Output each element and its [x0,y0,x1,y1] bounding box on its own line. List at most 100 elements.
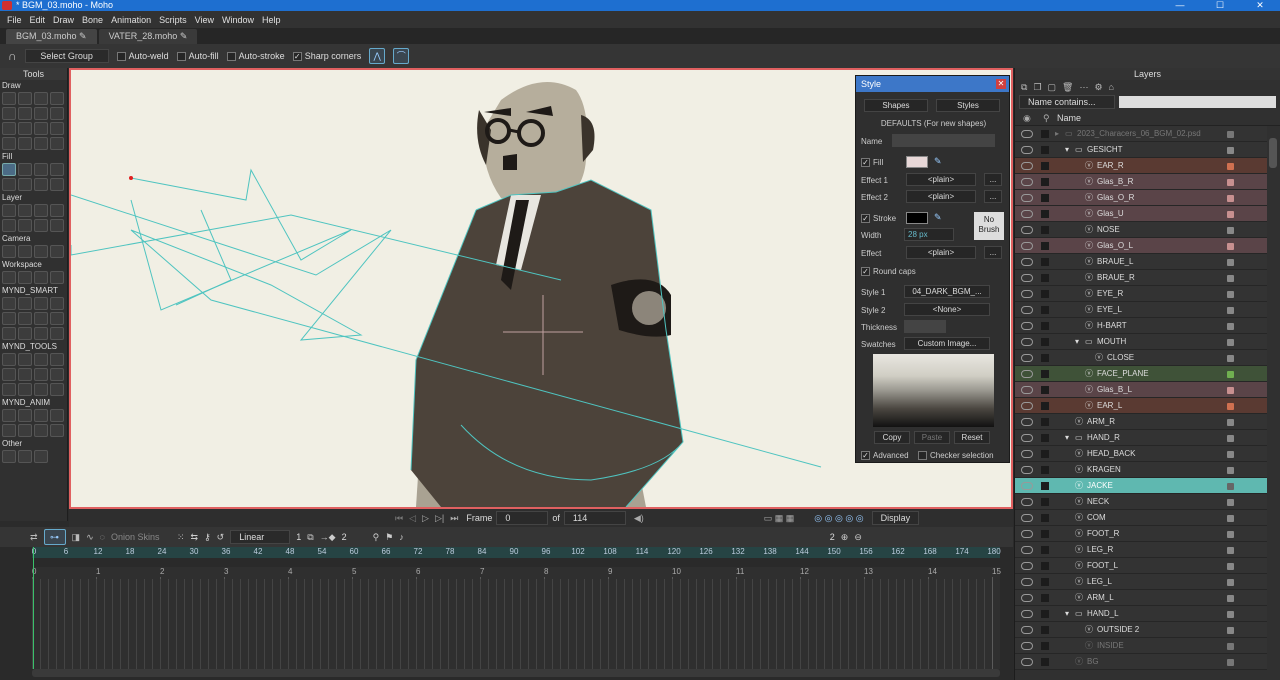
minimize-button[interactable]: — [1160,0,1200,11]
layer-color-tag[interactable] [1227,259,1234,266]
expand-arrow-icon[interactable]: ▾ [1075,334,1079,350]
layer-row[interactable]: ⓥ EAR_L [1015,398,1267,414]
mynd-anim-4-icon[interactable] [50,409,64,422]
visibility-eye-icon[interactable] [1021,354,1033,362]
text-tool-icon[interactable] [34,219,48,232]
advanced-checkbox[interactable]: ✓ [861,451,870,461]
shear-tool-icon[interactable] [2,137,16,150]
pin-icon[interactable]: ⚲ [373,532,380,543]
layer-lock-toggle[interactable] [1041,338,1049,346]
mynd-anim-7-icon[interactable] [34,424,48,437]
onion-skins-label[interactable]: Onion Skins [111,532,171,542]
magnet-tool-icon[interactable] [34,122,48,135]
rotate-layer-tool-icon[interactable] [50,204,64,217]
point-reduction-tool-icon[interactable] [50,107,64,120]
orbit-workspace-tool-icon[interactable] [50,271,64,284]
layer-lock-toggle[interactable] [1041,498,1049,506]
layer-lock-toggle[interactable] [1041,626,1049,634]
layer-row[interactable]: ⓥ BRAUE_R [1015,270,1267,286]
name-input[interactable] [892,134,995,147]
delete-shape-tool-icon[interactable] [50,163,64,176]
play-icon[interactable]: ▷ [422,513,429,524]
mynd-smart-tool-11-icon[interactable] [34,327,48,340]
keyframe-mode-icon[interactable]: ⧉ [307,532,313,543]
curvature-tool-icon[interactable] [50,92,64,105]
layer-row[interactable]: ▾ ▭ MOUTH [1015,334,1267,350]
visibility-eye-icon[interactable] [1021,194,1033,202]
key-nav-icon[interactable]: →◆ [320,532,336,543]
layer-color-tag[interactable] [1227,339,1234,346]
bend-tool-icon[interactable] [50,122,64,135]
layer-color-tag[interactable] [1227,243,1234,250]
roll-camera-tool-icon[interactable] [34,245,48,258]
mynd-anim-5-icon[interactable] [2,424,16,437]
layer-color-tag[interactable] [1227,467,1234,474]
effect1-dropdown[interactable]: <plain> [906,173,976,186]
layer-lock-toggle[interactable] [1041,370,1049,378]
mynd-tools-1-icon[interactable] [2,353,16,366]
layer-lock-toggle[interactable] [1041,242,1049,250]
visibility-eye-icon[interactable] [1021,402,1033,410]
layer-lock-toggle[interactable] [1041,130,1049,138]
zoom-level[interactable]: 2 [830,532,835,542]
other-tool-1-icon[interactable] [2,450,16,463]
layer-lock-toggle[interactable] [1041,530,1049,538]
layer-color-tag[interactable] [1227,211,1234,218]
layer-row[interactable]: ⓥ ARM_L [1015,590,1267,606]
swatches-dropdown[interactable]: Custom Image... [904,337,990,350]
layer-filter-input[interactable] [1119,96,1276,108]
mynd-smart-tool-10-icon[interactable] [18,327,32,340]
sharp-corners-checkbox[interactable]: ✓ [292,52,302,62]
layer-row[interactable]: ⓥ JACKE [1015,478,1267,494]
layer-row[interactable]: ⓥ CLOSE [1015,350,1267,366]
select-group-dropdown[interactable]: Select Group [24,49,109,63]
layer-lock-toggle[interactable] [1041,290,1049,298]
layer-lock-toggle[interactable] [1041,402,1049,410]
layer-color-tag[interactable] [1227,131,1234,138]
visibility-eye-icon[interactable] [1021,418,1033,426]
mynd-tools-5-icon[interactable] [2,368,16,381]
layer-color-tag[interactable] [1227,403,1234,410]
visibility-eye-icon[interactable] [1021,130,1033,138]
scatter-brush-tool-icon[interactable] [18,122,32,135]
visibility-eye-icon[interactable] [1021,514,1033,522]
mynd-anim-2-icon[interactable] [18,409,32,422]
layer-color-tag[interactable] [1227,291,1234,298]
layer-row[interactable]: ⓥ HEAD_BACK [1015,446,1267,462]
display-dropdown[interactable]: Display [871,511,920,525]
eraser-tool-icon[interactable] [34,107,48,120]
style2-dropdown[interactable]: <None> [904,303,990,316]
menu-window[interactable]: Window [222,15,254,25]
maximize-button[interactable]: ☐ [1200,0,1240,11]
layer-row[interactable]: ⓥ NECK [1015,494,1267,510]
layer-color-tag[interactable] [1227,195,1234,202]
delete-layer-icon[interactable]: 🗑 [1062,82,1073,93]
visibility-eye-icon[interactable] [1021,642,1033,650]
menu-draw[interactable]: Draw [53,15,74,25]
eyedropper-tool-icon[interactable] [50,219,64,232]
fill-checkbox[interactable]: ✓ [861,158,870,168]
mynd-smart-tool-2-icon[interactable] [18,297,32,310]
prev-key-icon[interactable]: ◁ [409,513,416,524]
first-frame-icon[interactable]: ⏮ [395,513,403,524]
layer-settings-icon[interactable]: ⚙ [1094,82,1102,93]
layer-row[interactable]: ⓥ ARM_R [1015,414,1267,430]
curve-view-icon[interactable]: ◨ [72,532,81,543]
layer-row[interactable]: ⓥ Glas_O_L [1015,238,1267,254]
swatches-image[interactable] [873,354,994,427]
onion-toggle-icon[interactable]: ◌ [100,532,105,542]
doc-tab-vater[interactable]: VATER_28.moho ✎ [98,29,198,44]
layer-color-tag[interactable] [1227,179,1234,186]
stroke-effect-dropdown[interactable]: <plain> [906,246,976,259]
visibility-eye-icon[interactable] [1021,274,1033,282]
width-input[interactable]: 28 px [904,228,954,241]
visibility-eye-icon[interactable] [1021,578,1033,586]
layer-color-tag[interactable] [1227,579,1234,586]
layer-color-tag[interactable] [1227,483,1234,490]
layer-row[interactable]: ⓥ INSIDE [1015,638,1267,654]
grid-icon[interactable]: ⁙ [177,532,185,543]
auto-fill-option[interactable]: Auto-fill [176,51,219,62]
layer-row[interactable]: ▸ ▭ 2023_Characers_06_BGM_02.psd [1015,126,1267,142]
interp-count[interactable]: 1 [296,532,301,542]
layer-lock-toggle[interactable] [1041,226,1049,234]
